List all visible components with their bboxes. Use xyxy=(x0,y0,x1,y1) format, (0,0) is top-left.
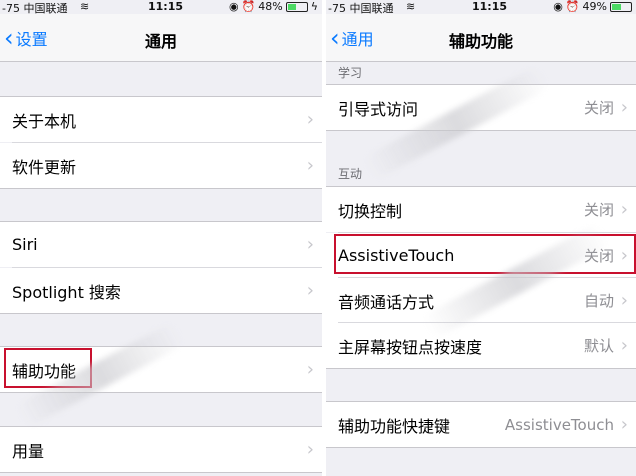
alarm-icon: ⏰ xyxy=(565,0,580,13)
general-settings-screen: -75 中国联通 ≋ 11:15 ◉ ⏰ 48% ϟ ‹ 设置 通用 关于本机 … xyxy=(0,0,322,476)
battery-percent: 48% xyxy=(258,0,283,13)
row-about[interactable]: 关于本机 › xyxy=(0,97,322,142)
row-switch-control[interactable]: 切换控制 关闭 › xyxy=(326,187,636,232)
row-value: 默认 xyxy=(583,337,614,355)
row-value: 关闭 xyxy=(583,201,614,219)
chevron-right-icon: › xyxy=(306,234,314,255)
page-title: 辅助功能 xyxy=(448,32,513,51)
chevron-right-icon: › xyxy=(620,290,628,311)
chevron-right-icon: › xyxy=(306,109,314,130)
row-value: 关闭 xyxy=(583,247,614,265)
row-label: 主屏幕按钮点按速度 xyxy=(338,337,483,357)
chevron-right-icon: › xyxy=(620,199,628,220)
row-home-click-speed[interactable]: 主屏幕按钮点按速度 默认 › xyxy=(326,323,636,368)
row-value: AssistiveTouch xyxy=(504,415,614,434)
row-label: 用量 xyxy=(12,441,45,461)
row-label: 关于本机 xyxy=(12,111,77,131)
navigation-bar: ‹ 设置 通用 xyxy=(0,14,322,62)
status-bar: -75 中国联通 ≋ 11:15 ◉ ⏰ 49% xyxy=(326,0,636,15)
row-value: 关闭 xyxy=(583,99,614,117)
battery-icon xyxy=(285,1,308,12)
wifi-icon: ≋ xyxy=(80,0,90,13)
row-label: 辅助功能快捷键 xyxy=(338,416,451,436)
row-label: AssistiveTouch xyxy=(338,246,455,265)
time-label: 11:15 xyxy=(148,0,184,13)
row-label: Siri xyxy=(12,235,38,254)
row-label: Spotlight 搜索 xyxy=(12,282,121,302)
row-value: 自动 xyxy=(583,292,614,310)
row-accessibility-shortcut[interactable]: 辅助功能快捷键 AssistiveTouch › xyxy=(326,402,636,447)
chevron-right-icon: › xyxy=(620,335,628,356)
row-label: 引导式访问 xyxy=(338,99,419,119)
time-label: 11:15 xyxy=(472,0,508,13)
row-call-audio-routing[interactable]: 音频通话方式 自动 › xyxy=(326,278,636,323)
page-title: 通用 xyxy=(144,32,177,51)
chevron-right-icon: › xyxy=(306,280,314,301)
alarm-icon: ⏰ xyxy=(241,0,256,13)
row-spotlight-search[interactable]: Spotlight 搜索 › xyxy=(0,268,322,313)
accessibility-settings-screen: -75 中国联通 ≋ 11:15 ◉ ⏰ 49% ‹ 通用 辅助功能 学习 引导… xyxy=(326,0,636,476)
rotation-lock-icon: ◉ xyxy=(553,0,563,13)
row-assistivetouch[interactable]: AssistiveTouch 关闭 › xyxy=(326,233,636,278)
battery-icon xyxy=(610,1,632,12)
chevron-right-icon: › xyxy=(306,359,314,380)
row-usage[interactable]: 用量 › xyxy=(0,427,322,472)
chevron-right-icon: › xyxy=(620,414,628,435)
row-accessibility[interactable]: 辅助功能 › xyxy=(0,347,322,392)
rotation-lock-icon: ◉ xyxy=(228,0,239,13)
row-label: 音频通话方式 xyxy=(338,292,435,312)
chevron-right-icon: › xyxy=(306,155,314,176)
charging-icon: ϟ xyxy=(310,0,318,13)
row-label: 软件更新 xyxy=(12,157,77,177)
row-software-update[interactable]: 软件更新 › xyxy=(0,143,322,188)
battery-percent: 49% xyxy=(582,0,607,13)
battery-level xyxy=(612,3,621,10)
section-header-interaction: 互动 xyxy=(338,167,363,181)
navigation-bar: ‹ 通用 辅助功能 xyxy=(326,14,636,62)
chevron-right-icon: › xyxy=(620,97,628,118)
row-label: 辅助功能 xyxy=(12,361,77,381)
row-siri[interactable]: Siri › xyxy=(0,222,322,267)
wifi-icon: ≋ xyxy=(406,0,416,13)
section-header-learning: 学习 xyxy=(338,66,363,80)
row-guided-access[interactable]: 引导式访问 关闭 › xyxy=(326,85,636,130)
chevron-right-icon: › xyxy=(306,439,314,460)
battery-level xyxy=(287,3,297,10)
chevron-right-icon: › xyxy=(620,245,628,266)
status-bar: -75 中国联通 ≋ 11:15 ◉ ⏰ 48% ϟ xyxy=(0,0,322,15)
row-label: 切换控制 xyxy=(338,201,403,221)
